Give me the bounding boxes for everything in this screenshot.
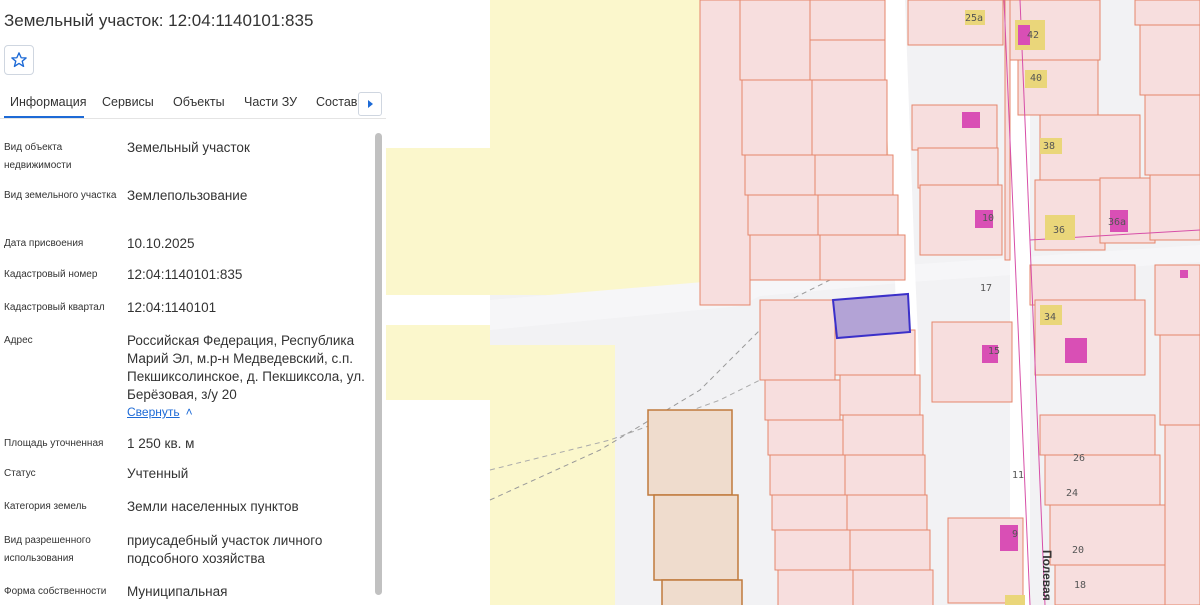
brown-plots <box>647 409 743 605</box>
lot-number: 40 <box>1030 73 1042 84</box>
property-label: Категория земель <box>4 501 87 512</box>
street-label: Полевая <box>1040 550 1054 601</box>
page-title: Земельный участок: 12:04:1140101:835 <box>4 11 314 30</box>
property-value: 12:04:1140101:835 <box>127 267 243 282</box>
lot-number: 24 <box>1066 488 1078 499</box>
scrollbar-thumb[interactable] <box>375 133 382 595</box>
lot-number: 11 <box>1012 470 1024 481</box>
lot-number: 18 <box>1074 580 1086 591</box>
lot-number: 36 <box>1053 225 1065 236</box>
chevron-up-icon: ˄ <box>185 405 193 419</box>
map-blank-corner <box>386 0 490 148</box>
property-value: 1 250 кв. м <box>127 436 195 451</box>
tab-info[interactable]: Информация <box>10 95 87 109</box>
lot-number: 20 <box>1072 545 1084 556</box>
tab-land-parts[interactable]: Части ЗУ <box>244 95 297 109</box>
property-label: Площадь уточненная <box>4 438 104 449</box>
lot-number: 10 <box>982 213 994 224</box>
lot-number: 25а <box>965 13 983 24</box>
lot-number: 42 <box>1027 30 1039 41</box>
active-tab-indicator <box>4 116 84 118</box>
tab-services[interactable]: Сервисы <box>102 95 154 109</box>
tab-bar: Информация Сервисы Объекты Части ЗУ Сост… <box>0 90 386 119</box>
tabs-next-button[interactable] <box>358 92 382 116</box>
property-value: Российская Федерация, Республика Марий Э… <box>127 333 365 402</box>
property-value: Учтенный <box>127 466 189 481</box>
collapse-address-link[interactable]: Свернуть ˄ <box>127 405 193 419</box>
property-label: Кадастровый номер <box>4 269 98 280</box>
property-label: Вид земельного участка <box>4 190 117 201</box>
property-value: Земли населенных пунктов <box>127 499 299 514</box>
property-label: Адрес <box>4 335 33 346</box>
property-value: Муниципальная <box>127 584 228 599</box>
property-value: 10.10.2025 <box>127 236 195 251</box>
lot-number: 26 <box>1073 453 1085 464</box>
star-outline-icon <box>11 52 27 68</box>
property-value: приусадебный участок личного подсобного … <box>127 533 323 566</box>
favorite-button[interactable] <box>4 45 34 75</box>
property-label: Кадастровый квартал <box>4 302 105 313</box>
tab-composition[interactable]: Состав <box>316 95 357 109</box>
lot-number: 38 <box>1043 141 1055 152</box>
lot-number: 15 <box>988 346 1000 357</box>
property-label: Вид объекта недвижимости <box>4 142 72 171</box>
selected-parcel[interactable] <box>831 292 912 340</box>
property-value: 12:04:1140101 <box>127 300 217 315</box>
lot-number: 17 <box>980 283 992 294</box>
parcel-grid-right <box>907 0 1200 605</box>
lot-number: 36а <box>1108 217 1126 228</box>
tab-objects[interactable]: Объекты <box>173 95 225 109</box>
property-list: Вид объекта недвижимости Земельный участ… <box>0 121 372 605</box>
lot-number: 34 <box>1044 312 1056 323</box>
property-label: Дата присвоения <box>4 238 84 249</box>
property-label: Статус <box>4 468 36 479</box>
collapse-link-label: Свернуть <box>127 405 180 419</box>
info-panel: Земельный участок: 12:04:1140101:835 Инф… <box>0 0 386 605</box>
caret-right-icon <box>368 100 373 108</box>
property-value: Земельный участок <box>127 140 250 155</box>
property-value: Землепользование <box>127 188 248 203</box>
lot-number: 9 <box>1012 529 1018 540</box>
property-label: Вид разрешенного использования <box>4 535 91 564</box>
property-label: Форма собственности <box>4 586 107 597</box>
